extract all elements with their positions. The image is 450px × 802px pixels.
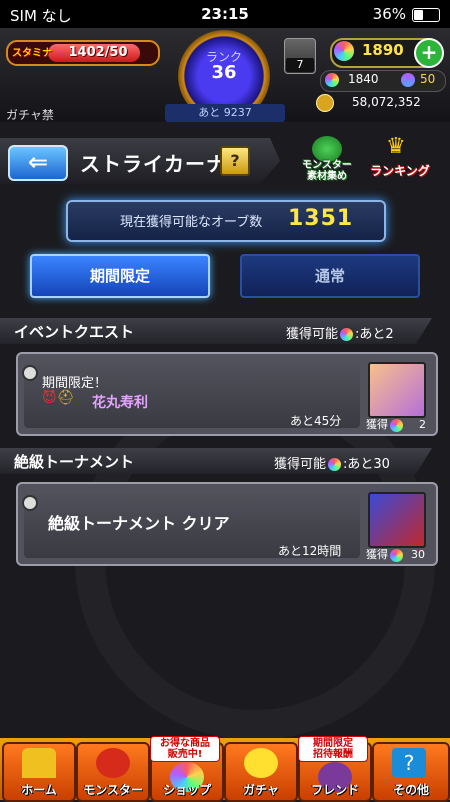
- gacha-status: ガチャ禁: [6, 108, 54, 122]
- sub-orb-count: 1840: [348, 72, 379, 86]
- quest-icons: 😈⛑: [42, 390, 74, 406]
- stamina-bar: スタミナ 1402/50: [6, 40, 160, 66]
- available-orbs-value: 1351: [288, 206, 354, 231]
- section-available-event: 獲得可能:あと2: [286, 327, 394, 342]
- orb-small-icon: [390, 418, 403, 432]
- battery-percent: 36%: [372, 5, 406, 23]
- special-orb-count: 50: [420, 72, 436, 86]
- tab-normal[interactable]: 通常: [240, 254, 420, 298]
- quest-time-left: あと45分: [290, 414, 342, 428]
- monster-icon: [96, 748, 130, 778]
- quest-boss-name: 花丸寿利: [92, 395, 148, 411]
- home-icon: [22, 748, 56, 778]
- nav-monster[interactable]: モンスター: [76, 742, 150, 802]
- ranking-button[interactable]: ランキング: [364, 162, 436, 179]
- quest-line-1: 期間限定！: [42, 376, 108, 391]
- quest-title: 絶級トーナメント クリア: [48, 514, 230, 533]
- clover-icon: [312, 136, 342, 162]
- monster-materials-label: モンスター 素材集め: [302, 160, 352, 182]
- item-box-count: 7: [286, 58, 314, 72]
- other-icon: ?: [392, 748, 426, 778]
- orb-count: 1890: [362, 41, 404, 59]
- gacha-icon: [244, 748, 278, 778]
- quest-bullet-icon: [22, 495, 38, 511]
- section-title-event: イベントクエスト: [14, 323, 135, 341]
- gold-count: 58,072,352: [352, 95, 421, 109]
- quest-bullet-icon: [22, 365, 38, 381]
- status-bar: SIM なし 23:15 36%: [0, 0, 450, 28]
- section-available-tournament: 獲得可能:あと30: [274, 457, 390, 472]
- helmet-icon: ⛑: [56, 390, 75, 406]
- shop-badge: お得な商品 販売中!: [150, 736, 220, 762]
- orb-small-icon: [325, 73, 339, 87]
- quest-time-left: あと12時間: [278, 544, 342, 558]
- back-button[interactable]: ⇐: [8, 145, 68, 181]
- nav-other[interactable]: ? その他: [372, 742, 450, 802]
- orb-small-icon: [328, 458, 342, 471]
- stamina-icon: スタミナ: [12, 48, 52, 59]
- help-button[interactable]: ?: [220, 146, 250, 176]
- nav-home[interactable]: ホーム: [2, 742, 76, 802]
- quest-reward: 獲得 30: [366, 548, 425, 562]
- friend-badge: 期間限定 招待報酬: [298, 736, 368, 762]
- section-title-tournament: 絶級トーナメント: [14, 453, 135, 471]
- crown-icon[interactable]: ♛: [386, 134, 406, 159]
- quest-monster-thumbnail: [368, 362, 426, 418]
- add-orb-button[interactable]: +: [414, 38, 444, 68]
- special-orb-icon: [401, 73, 415, 87]
- rank-value: 36: [211, 62, 237, 83]
- orb-small-icon: [340, 328, 354, 341]
- gold-coin-icon: [316, 94, 334, 112]
- quest-monster-thumbnail: [368, 492, 426, 548]
- quest-reward: 獲得 2: [366, 418, 426, 432]
- tab-limited[interactable]: 期間限定: [30, 254, 210, 298]
- available-orbs-label: 現在獲得可能なオーブ数: [120, 215, 263, 230]
- next-rank-exp: あと 9237: [165, 104, 285, 122]
- battery-icon: [412, 8, 440, 22]
- demon-icon: 😈: [42, 390, 57, 406]
- orb-small-icon: [390, 548, 403, 562]
- orb-icon: [334, 41, 354, 61]
- stamina-value: 1402/50: [68, 45, 128, 60]
- nav-gacha[interactable]: ガチャ: [224, 742, 298, 802]
